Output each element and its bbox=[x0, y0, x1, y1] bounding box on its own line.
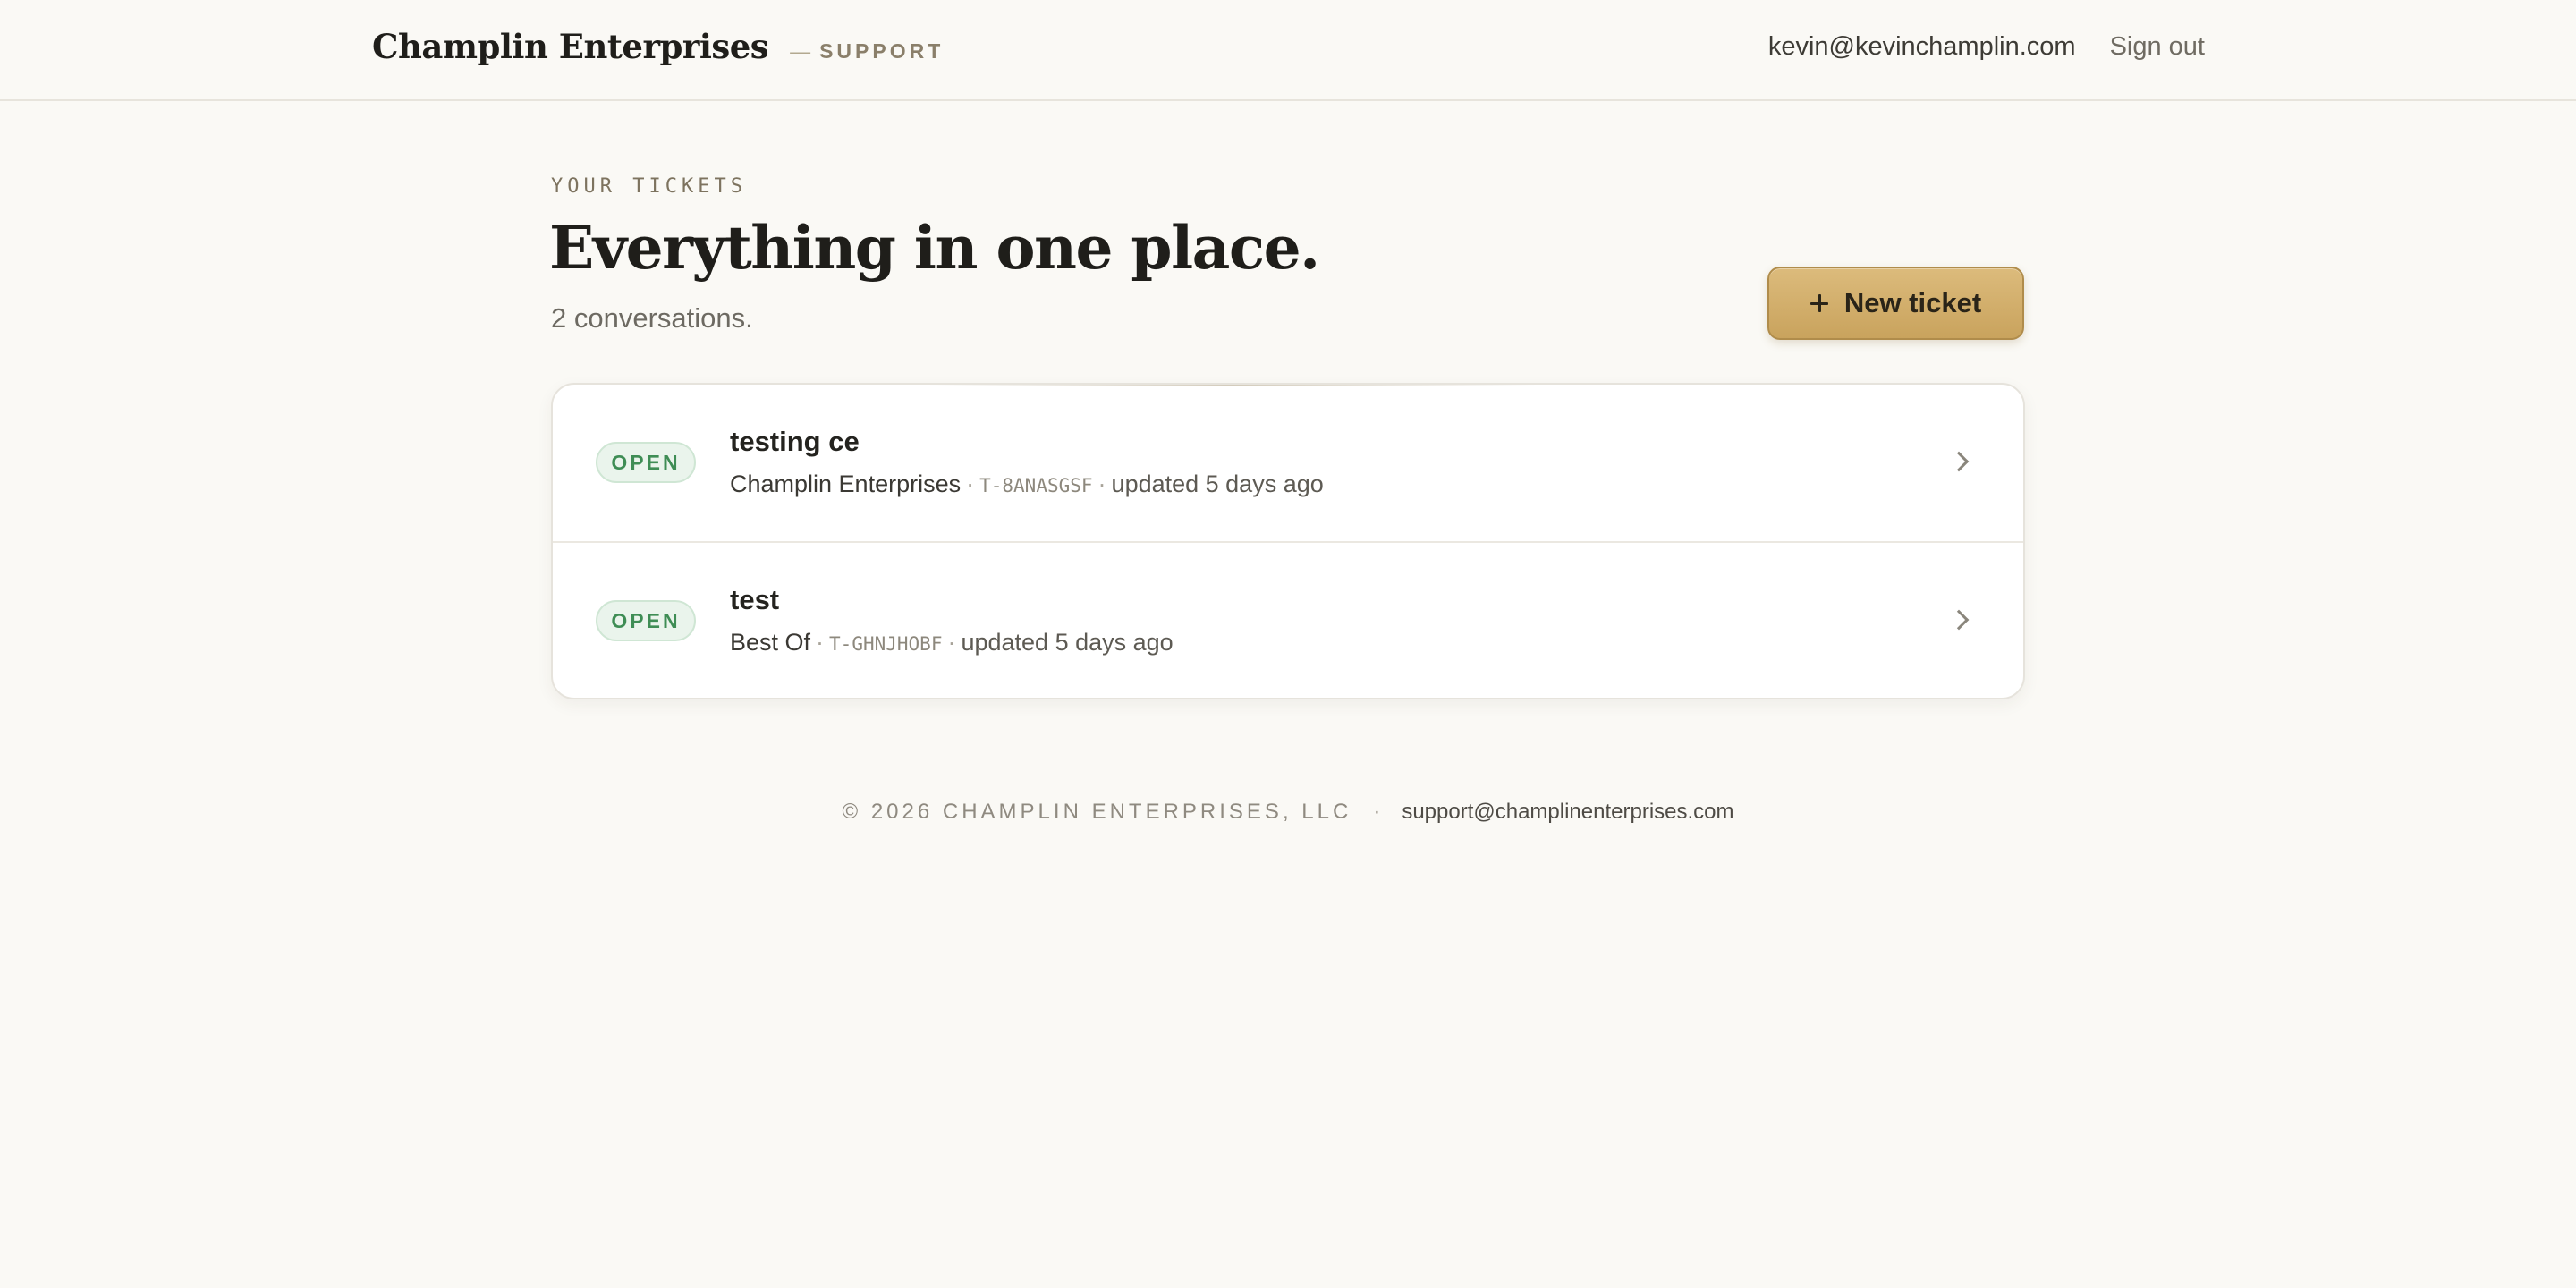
plus-icon bbox=[1809, 294, 1828, 312]
ticket-company: Best Of bbox=[730, 629, 811, 656]
sign-out-link[interactable]: Sign out bbox=[2110, 32, 2205, 62]
ticket-updated: updated 5 days ago bbox=[961, 629, 1174, 656]
brand-name: Champlin Enterprises bbox=[372, 27, 769, 66]
new-ticket-button[interactable]: New ticket bbox=[1767, 267, 2024, 340]
ticket-meta: Best Of · T-GHNJHOBF · updated 5 days ago bbox=[730, 629, 1174, 657]
meta-separator: · bbox=[1097, 470, 1106, 497]
ticket-title: testing ce bbox=[730, 426, 860, 457]
brand-subtitle: — SUPPORT bbox=[790, 39, 944, 64]
conversation-count: 2 conversations. bbox=[551, 302, 753, 334]
brand[interactable]: Champlin Enterprises — SUPPORT bbox=[372, 27, 944, 66]
site-header: Champlin Enterprises — SUPPORT kevin@kevi… bbox=[0, 0, 2576, 101]
user-nav: kevin@kevinchamplin.com Sign out bbox=[1768, 32, 2205, 62]
ticket-updated: updated 5 days ago bbox=[1111, 470, 1324, 497]
footer-separator: · bbox=[1373, 800, 1381, 824]
support-email-link[interactable]: support@champlinenterprises.com bbox=[1402, 800, 1733, 825]
user-email: kevin@kevinchamplin.com bbox=[1767, 32, 2076, 61]
chevron-right-icon bbox=[1948, 451, 1970, 472]
ticket-company: Champlin Enterprises bbox=[730, 470, 962, 497]
ticket-id: T-8ANASGSF bbox=[979, 475, 1093, 496]
ticket-id: T-GHNJHOBF bbox=[829, 633, 943, 655]
meta-separator: · bbox=[947, 629, 956, 656]
chevron-right-icon bbox=[1948, 609, 1970, 631]
new-ticket-label: New ticket bbox=[1843, 287, 1982, 318]
ticket-row[interactable]: OPEN test Best Of · T-GHNJHOBF · updated 5 d… bbox=[553, 541, 2023, 698]
section-eyebrow: YOUR TICKETS bbox=[551, 175, 747, 198]
ticket-list: OPEN testing ce Champlin Enterprises · T-8… bbox=[551, 383, 2025, 699]
ticket-meta: Champlin Enterprises · T-8ANASGSF · updated … bbox=[730, 470, 1324, 498]
status-badge: OPEN bbox=[596, 442, 696, 483]
ticket-row[interactable]: OPEN testing ce Champlin Enterprises · T-8… bbox=[553, 385, 2023, 541]
meta-separator: · bbox=[816, 629, 825, 656]
brand-subtitle-text: SUPPORT bbox=[819, 39, 945, 63]
site-footer: © 2026 CHAMPLIN ENTERPRISES, LLC · suppo… bbox=[0, 800, 2576, 825]
page-title: Everything in one place. bbox=[549, 213, 1320, 283]
status-badge: OPEN bbox=[596, 600, 696, 641]
brand-dash: — bbox=[790, 39, 811, 63]
copyright: © 2026 CHAMPLIN ENTERPRISES, LLC bbox=[842, 800, 1352, 824]
meta-separator: · bbox=[966, 470, 975, 497]
ticket-title: test bbox=[730, 584, 780, 615]
